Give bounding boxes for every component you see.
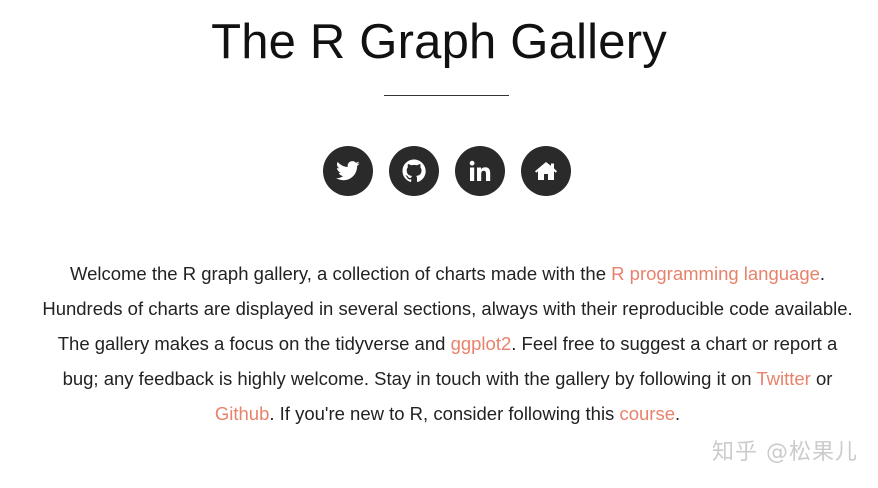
intro-paragraph: Welcome the R graph gallery, a collectio… — [40, 256, 855, 431]
home-icon — [535, 162, 557, 180]
linkedin-button[interactable] — [455, 146, 505, 196]
twitter-icon — [336, 161, 360, 181]
github-icon — [402, 159, 426, 183]
watermark: 知乎 @松果儿 — [712, 440, 858, 465]
r-language-link[interactable]: R programming language — [611, 263, 820, 284]
page-title: The R Graph Gallery — [211, 15, 667, 69]
github-button[interactable] — [389, 146, 439, 196]
title-divider — [384, 95, 509, 96]
intro-text: . If you're new to R, consider following… — [269, 403, 620, 424]
twitter-link[interactable]: Twitter — [756, 368, 810, 389]
social-links — [323, 146, 571, 196]
github-link[interactable]: Github — [215, 403, 270, 424]
ggplot2-link[interactable]: ggplot2 — [451, 333, 512, 354]
page: The R Graph Gallery Welcome the R graph … — [0, 0, 878, 488]
linkedin-icon — [469, 160, 491, 181]
twitter-button[interactable] — [323, 146, 373, 196]
intro-text: or — [810, 368, 833, 389]
home-button[interactable] — [521, 146, 571, 196]
intro-text: . — [674, 403, 681, 424]
course-link[interactable]: course — [619, 403, 675, 424]
intro-text: Welcome the R graph gallery, a collectio… — [69, 263, 612, 284]
